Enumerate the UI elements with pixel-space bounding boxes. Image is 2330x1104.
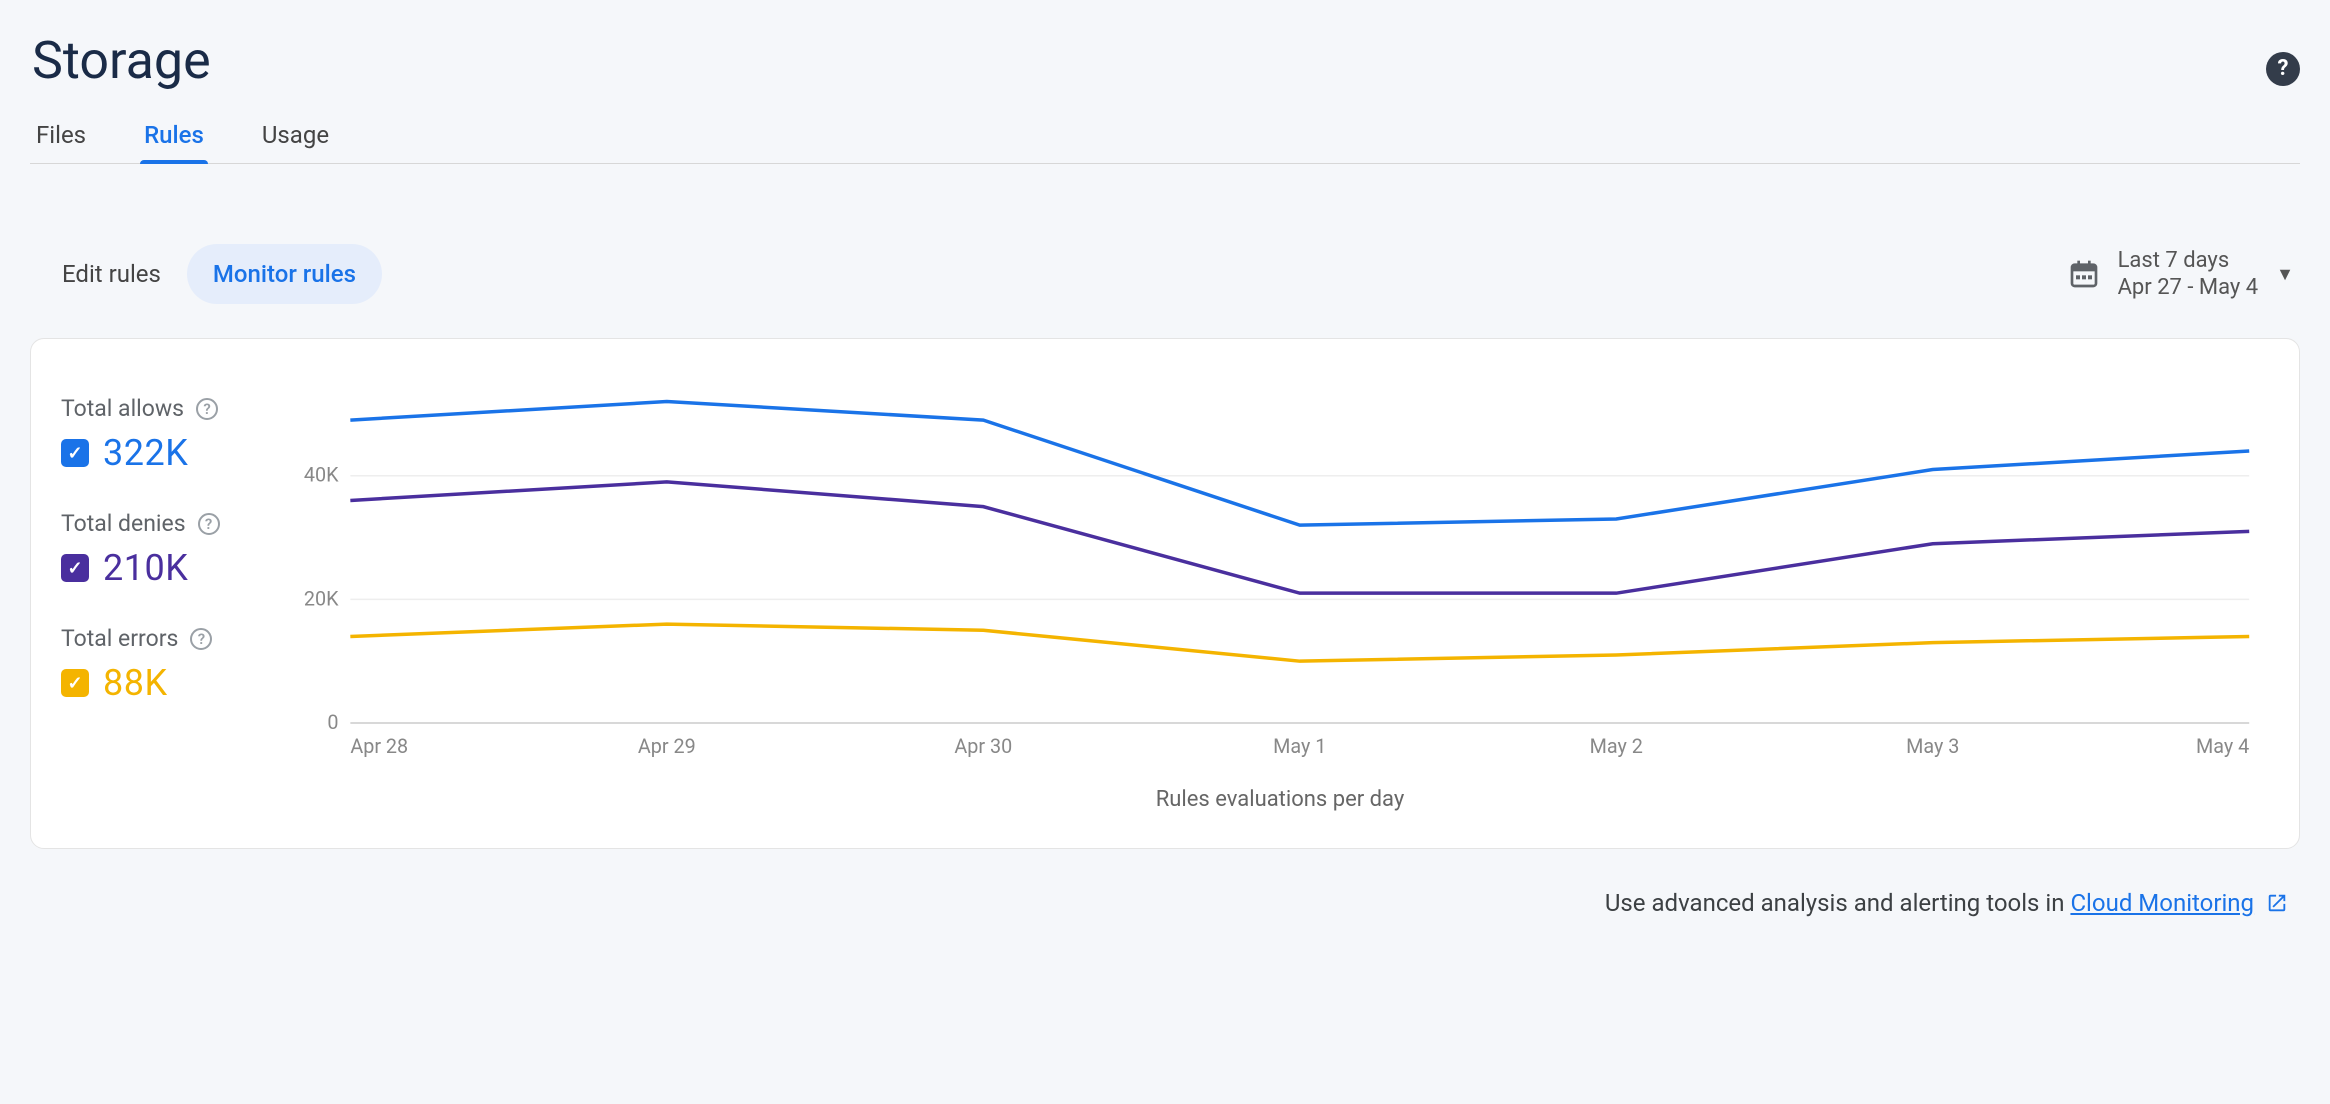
help-icon[interactable]: ? bbox=[196, 398, 218, 420]
rules-line-chart: 0 20K 40K Apr 28 Apr 29 Apr 30 May 1 May 2 May 3… bbox=[291, 373, 2269, 773]
svg-text:May 2: May 2 bbox=[1590, 735, 1643, 758]
svg-text:Apr 29: Apr 29 bbox=[638, 735, 696, 758]
help-icon[interactable]: ? bbox=[190, 628, 212, 650]
date-range-picker[interactable]: Last 7 days Apr 27 - May 4 ▼ bbox=[2068, 247, 2294, 302]
svg-text:Apr 30: Apr 30 bbox=[954, 735, 1012, 758]
help-icon[interactable]: ? bbox=[198, 513, 220, 535]
legend-allows-label: Total allows bbox=[61, 395, 184, 422]
tab-usage[interactable]: Usage bbox=[258, 117, 333, 163]
legend-item-allows: Total allows ? ✓ 322K bbox=[61, 395, 291, 474]
svg-text:May 1: May 1 bbox=[1273, 735, 1326, 758]
legend-item-denies: Total denies ? ✓ 210K bbox=[61, 510, 291, 589]
legend-denies-label: Total denies bbox=[61, 510, 186, 537]
mode-toggle: Edit rules Monitor rules bbox=[36, 244, 382, 304]
legend-errors-value: 88K bbox=[103, 662, 168, 704]
external-link-icon bbox=[2266, 892, 2288, 914]
chevron-down-icon: ▼ bbox=[2276, 264, 2294, 285]
tab-files[interactable]: Files bbox=[32, 117, 90, 163]
cloud-monitoring-link[interactable]: Cloud Monitoring bbox=[2070, 889, 2254, 917]
chart-xlabel: Rules evaluations per day bbox=[291, 787, 2269, 812]
legend-errors-checkbox[interactable]: ✓ bbox=[61, 669, 89, 697]
mode-edit-rules[interactable]: Edit rules bbox=[36, 244, 187, 304]
legend-denies-checkbox[interactable]: ✓ bbox=[61, 554, 89, 582]
date-range-text: Last 7 days Apr 27 - May 4 bbox=[2118, 247, 2259, 302]
svg-text:0: 0 bbox=[327, 711, 338, 734]
legend-denies-value: 210K bbox=[103, 547, 188, 589]
footer-text: Use advanced analysis and alerting tools… bbox=[1605, 889, 2071, 917]
svg-text:Apr 28: Apr 28 bbox=[350, 735, 408, 758]
legend-errors-label: Total errors bbox=[61, 625, 178, 652]
date-range-value: Apr 27 - May 4 bbox=[2118, 274, 2259, 302]
page-title: Storage bbox=[32, 30, 211, 91]
footer-note: Use advanced analysis and alerting tools… bbox=[30, 889, 2300, 917]
mode-monitor-rules[interactable]: Monitor rules bbox=[187, 244, 382, 304]
date-range-label: Last 7 days bbox=[2118, 247, 2259, 275]
legend-allows-value: 322K bbox=[103, 432, 188, 474]
svg-text:40K: 40K bbox=[304, 464, 339, 487]
calendar-icon bbox=[2068, 258, 2100, 290]
tab-rules[interactable]: Rules bbox=[140, 117, 208, 163]
legend-item-errors: Total errors ? ✓ 88K bbox=[61, 625, 291, 704]
chart-legend: Total allows ? ✓ 322K Total denies ? ✓ 2… bbox=[61, 373, 291, 812]
svg-text:May 4: May 4 bbox=[2196, 735, 2249, 758]
chart-card: Total allows ? ✓ 322K Total denies ? ✓ 2… bbox=[30, 338, 2300, 849]
svg-text:May 3: May 3 bbox=[1906, 735, 1959, 758]
help-icon[interactable]: ? bbox=[2266, 52, 2300, 86]
tabbar: Files Rules Usage bbox=[30, 117, 2300, 164]
svg-text:20K: 20K bbox=[304, 587, 339, 610]
legend-allows-checkbox[interactable]: ✓ bbox=[61, 439, 89, 467]
